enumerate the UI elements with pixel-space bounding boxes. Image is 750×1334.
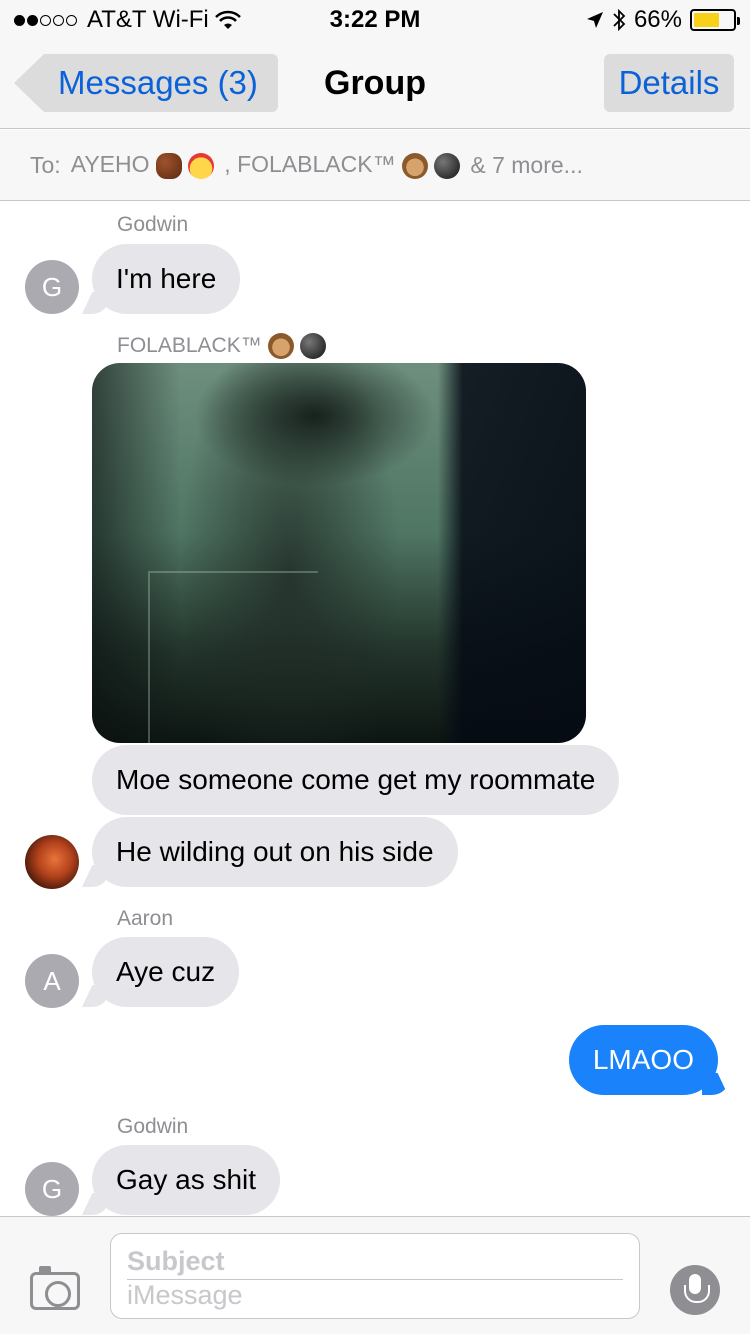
avatar[interactable]: A bbox=[25, 954, 79, 1008]
recipient-folablack[interactable]: , FOLABLACK™ bbox=[224, 151, 461, 179]
recipients-bar[interactable]: To: AYEHO , FOLABLACK™ & 7 more... bbox=[0, 130, 750, 201]
microphone-icon[interactable] bbox=[670, 1265, 720, 1315]
sender-name: Godwin bbox=[117, 213, 189, 236]
imessage-input[interactable]: iMessage bbox=[127, 1280, 243, 1311]
football-icon bbox=[155, 152, 182, 179]
monkey-icon bbox=[401, 152, 428, 179]
message-bubble[interactable]: Aye cuz bbox=[92, 937, 240, 1007]
photo-door-shape bbox=[148, 571, 318, 743]
camera-icon[interactable] bbox=[30, 1266, 80, 1310]
bluetooth-icon bbox=[613, 8, 626, 32]
sender-name-folablack: FOLABLACK™ bbox=[117, 333, 326, 359]
battery-icon bbox=[690, 9, 740, 31]
status-bar: AT&T Wi-Fi 3:22 PM 66% bbox=[0, 0, 750, 40]
location-arrow-icon bbox=[586, 12, 603, 28]
message-field[interactable]: Subject iMessage bbox=[110, 1233, 640, 1319]
cap-face-icon bbox=[188, 152, 215, 179]
message-bubble[interactable]: I'm here bbox=[92, 244, 241, 314]
to-prefix: To: bbox=[30, 151, 61, 178]
photo-message[interactable] bbox=[92, 363, 586, 743]
avatar[interactable]: G bbox=[25, 260, 79, 314]
avatar[interactable]: G bbox=[25, 1162, 79, 1216]
recipient-name: , FOLABLACK™ bbox=[224, 151, 396, 178]
message-bubble[interactable]: He wilding out on his side bbox=[92, 817, 458, 887]
black-circle-icon bbox=[299, 333, 326, 359]
sender-name: Godwin bbox=[117, 1115, 189, 1138]
battery-percent: 66% bbox=[633, 6, 682, 33]
recipients-more[interactable]: & 7 more... bbox=[470, 152, 582, 179]
details-button[interactable]: Details bbox=[604, 54, 734, 112]
recipient-name: AYEHO bbox=[70, 151, 150, 178]
black-circle-icon bbox=[434, 152, 461, 179]
sender-name: FOLABLACK™ bbox=[117, 334, 262, 357]
subject-input[interactable]: Subject bbox=[127, 1246, 623, 1280]
recipient-ayeho[interactable]: AYEHO bbox=[71, 151, 215, 179]
status-right: 66% bbox=[586, 6, 740, 34]
sent-message-bubble[interactable]: LMAOO bbox=[568, 1025, 718, 1095]
sender-name: Aaron bbox=[117, 907, 174, 930]
message-bubble[interactable]: Gay as shit bbox=[92, 1145, 281, 1215]
nav-bar: Messages (3) Group Details bbox=[0, 40, 750, 129]
composer-bar: Subject iMessage bbox=[0, 1216, 750, 1334]
battery-fill bbox=[694, 13, 720, 27]
avatar-photo[interactable] bbox=[25, 835, 79, 889]
message-bubble[interactable]: Moe someone come get my roommate bbox=[92, 745, 620, 815]
monkey-icon bbox=[267, 333, 294, 359]
